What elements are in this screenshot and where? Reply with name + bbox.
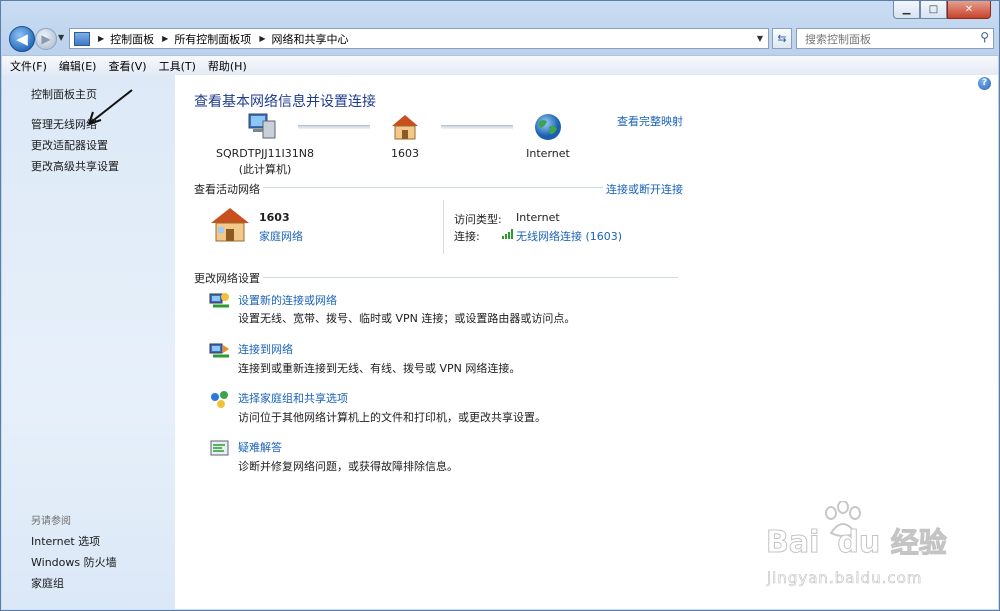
recent-pages-dropdown-icon[interactable]: ▼ [58, 33, 64, 42]
annotation-arrow-icon [88, 89, 133, 125]
home-network-icon [211, 208, 249, 242]
vertical-divider [443, 200, 444, 254]
sidebar-link-homegroup[interactable]: 家庭组 [31, 575, 64, 591]
sidebar-item-adapter-settings[interactable]: 更改适配器设置 [31, 137, 108, 153]
access-type-value: Internet [516, 211, 560, 224]
menu-edit[interactable]: 编辑(E) [59, 58, 97, 74]
baidu-jingyan-watermark: Bai du 经验 jingyan.baidu.com [761, 501, 961, 601]
control-panel-icon [74, 31, 90, 46]
internet-globe-icon[interactable] [533, 112, 563, 142]
task-homegroup-desc: 访问位于其他网络计算机上的文件和打印机，或更改共享设置。 [238, 411, 546, 424]
breadcrumb-separator-icon[interactable]: ▶ [162, 34, 168, 43]
breadcrumb-separator-icon[interactable]: ▶ [98, 34, 104, 43]
minimize-button[interactable]: ▁ [893, 1, 920, 19]
map-connection-line [298, 125, 370, 129]
menu-bar: 文件(F) 编辑(E) 查看(V) 工具(T) 帮助(H) [2, 55, 998, 76]
caption-buttons: ▁ □ ✕ [893, 1, 991, 19]
menu-help[interactable]: 帮助(H) [208, 58, 247, 74]
network-type-link[interactable]: 家庭网络 [259, 228, 303, 244]
section-divider [263, 187, 603, 188]
task-connect-network-desc: 连接到或重新连接到无线、有线、拨号或 VPN 网络连接。 [238, 362, 521, 375]
sidebar-link-internet-options[interactable]: Internet 选项 [31, 533, 100, 549]
active-network-name: 1603 [259, 211, 290, 224]
see-also-heading: 另请参阅 [31, 516, 71, 527]
change-settings-heading: 更改网络设置 [194, 272, 260, 285]
watermark-url: jingyan.baidu.com [767, 569, 923, 588]
task-new-connection-link[interactable]: 设置新的连接或网络 [238, 292, 337, 308]
help-icon[interactable]: ? [978, 77, 991, 90]
sidebar-link-windows-firewall[interactable]: Windows 防火墙 [31, 554, 117, 570]
task-troubleshoot-link[interactable]: 疑难解答 [238, 439, 282, 455]
section-divider [263, 277, 678, 278]
network-node-label: 1603 [391, 147, 419, 160]
breadcrumb-separator-icon[interactable]: ▶ [259, 34, 265, 43]
computer-subtitle: (此计算机) [238, 163, 292, 176]
maximize-button[interactable]: □ [920, 1, 947, 19]
close-button[interactable]: ✕ [947, 1, 991, 19]
new-connection-icon [209, 293, 229, 308]
search-icon[interactable]: ⚲ [980, 30, 989, 44]
navigation-bar: ◀ ▶ ▼ ▶ 控制面板 ▶ 所有控制面板项 ▶ 网络和共享中心 ▼ ⇆ ⚲ [7, 25, 994, 53]
page-title: 查看基本网络信息并设置连接 [194, 94, 376, 110]
homegroup-icon [211, 391, 228, 408]
task-connect-network-link[interactable]: 连接到网络 [238, 341, 293, 357]
view-full-map-link[interactable]: 查看完整映射 [617, 113, 683, 129]
address-dropdown-icon[interactable]: ▼ [752, 34, 768, 43]
menu-file[interactable]: 文件(F) [10, 58, 47, 74]
back-button[interactable]: ◀ [9, 26, 35, 52]
address-bar[interactable]: ▶ 控制面板 ▶ 所有控制面板项 ▶ 网络和共享中心 ▼ [69, 28, 769, 49]
task-troubleshoot-desc: 诊断并修复网络问题，或获得故障排除信息。 [238, 460, 458, 473]
computer-name: SQRDTPJJ11I31N8 [215, 147, 315, 160]
search-box[interactable]: ⚲ [796, 28, 994, 49]
connection-label: 连接: [454, 230, 480, 243]
connect-disconnect-link[interactable]: 连接或断开连接 [606, 181, 683, 197]
troubleshoot-icon [210, 440, 229, 456]
wireless-connection-link[interactable]: 无线网络连接 (1603) [516, 228, 622, 244]
search-input[interactable] [803, 30, 977, 49]
active-networks-heading: 查看活动网络 [194, 183, 260, 196]
explorer-window: ▁ □ ✕ ◀ ▶ ▼ ▶ 控制面板 ▶ 所有控制面板项 ▶ 网络和共享中心 ▼… [0, 0, 1000, 611]
menu-tools[interactable]: 工具(T) [159, 58, 196, 74]
home-network-icon[interactable] [390, 113, 420, 141]
watermark-text: 经验 [890, 526, 947, 560]
wireless-signal-icon [502, 229, 513, 239]
access-type-label: 访问类型: [454, 213, 502, 226]
task-new-connection-desc: 设置无线、宽带、拨号、临时或 VPN 连接；或设置路由器或访问点。 [238, 312, 576, 325]
sidebar: 控制面板主页 管理无线网络 更改适配器设置 更改高级共享设置 另请参阅 Inte… [2, 75, 175, 609]
connect-network-icon [209, 343, 229, 358]
breadcrumb-network-center[interactable]: 网络和共享中心 [271, 31, 348, 47]
computer-icon[interactable] [247, 113, 279, 141]
task-homegroup-link[interactable]: 选择家庭组和共享选项 [238, 390, 348, 406]
breadcrumb-control-panel[interactable]: 控制面板 [110, 31, 154, 47]
menu-view[interactable]: 查看(V) [108, 58, 146, 74]
breadcrumb-all-items[interactable]: 所有控制面板项 [174, 31, 251, 47]
refresh-icon[interactable]: ⇆ [772, 28, 792, 49]
internet-node-label: Internet [526, 147, 570, 160]
watermark-brand: Bai [765, 525, 820, 561]
forward-button[interactable]: ▶ [35, 28, 57, 50]
sidebar-item-advanced-sharing[interactable]: 更改高级共享设置 [31, 158, 119, 174]
watermark-brand-2: du [837, 525, 881, 561]
map-connection-line [441, 125, 513, 129]
